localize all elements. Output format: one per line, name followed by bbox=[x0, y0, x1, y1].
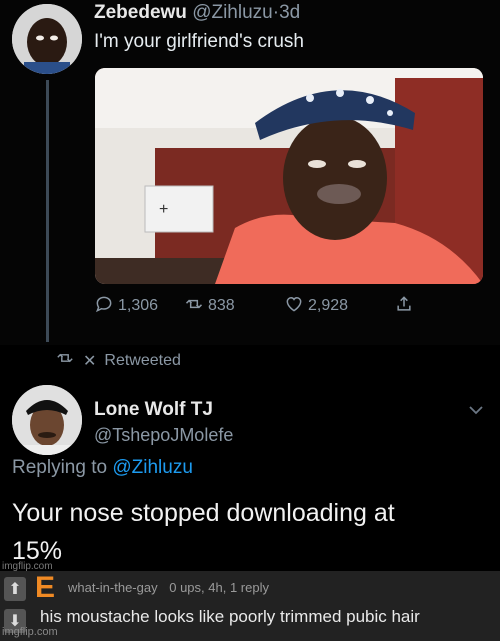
upvote-icon[interactable]: ⬆ bbox=[4, 577, 26, 601]
like-icon bbox=[284, 294, 304, 319]
reply-author-avatar[interactable] bbox=[12, 385, 82, 455]
retweet-count: 838 bbox=[208, 297, 235, 314]
author-handle[interactable]: @Zihluzu bbox=[192, 2, 273, 23]
like-button[interactable]: 2,928 bbox=[284, 294, 394, 319]
share-icon bbox=[394, 294, 414, 319]
retweeted-notice: ✕ Retweeted bbox=[55, 350, 181, 371]
comment: ⬆ ⬇ E what-in-the-gay 0 ups, 4h, 1 reply… bbox=[0, 571, 500, 641]
reply-count: 1,306 bbox=[118, 297, 159, 314]
thread-line bbox=[46, 80, 49, 342]
replying-to-line: Replying to @Zihluzu bbox=[12, 457, 193, 479]
reply-text-line-1: Your nose stopped downloading at bbox=[12, 499, 395, 527]
original-tweet: Zebedewu @Zihluzu·3d I'm your girlfriend… bbox=[0, 0, 500, 345]
tweet-text: I'm your girlfriend's crush bbox=[94, 31, 304, 52]
reply-icon bbox=[94, 294, 114, 319]
watermark: imgflip.com bbox=[2, 626, 58, 638]
reply-author-name[interactable]: Lone Wolf TJ bbox=[94, 399, 213, 421]
retweet-icon bbox=[184, 294, 204, 319]
retweet-button[interactable]: 838 bbox=[184, 294, 284, 319]
svg-text:+: + bbox=[159, 201, 168, 218]
reply-text-line-2: 15% bbox=[12, 537, 63, 565]
comment-stats: 0 ups, 4h, 1 reply bbox=[169, 580, 269, 595]
reply-button[interactable]: 1,306 bbox=[94, 294, 184, 319]
retweet-icon bbox=[55, 350, 75, 371]
retweeted-label: Retweeted bbox=[104, 351, 181, 369]
comment-meta: what-in-the-gay 0 ups, 4h, 1 reply bbox=[68, 580, 269, 595]
comment-text: his moustache looks like poorly trimmed … bbox=[40, 607, 420, 626]
like-count: 2,928 bbox=[308, 297, 349, 314]
reply-author-handle[interactable]: @TshepoJMolefe bbox=[94, 425, 233, 446]
tweet-actions: 1,306 838 2,928 bbox=[94, 294, 434, 319]
author-line: Zebedewu @Zihluzu·3d bbox=[94, 2, 300, 24]
replying-prefix: Replying to bbox=[12, 457, 108, 478]
tweet-photo[interactable]: + bbox=[95, 68, 483, 284]
author-avatar[interactable] bbox=[12, 4, 82, 74]
close-x-icon[interactable]: ✕ bbox=[83, 351, 96, 371]
author-name[interactable]: Zebedewu bbox=[94, 2, 187, 23]
comment-username[interactable]: what-in-the-gay bbox=[68, 580, 158, 595]
share-button[interactable] bbox=[394, 294, 414, 319]
user-badge: E bbox=[35, 571, 56, 604]
replying-to-handle[interactable]: @Zihluzu bbox=[112, 457, 193, 478]
chevron-down-icon[interactable] bbox=[468, 402, 484, 420]
reply-text: Your nose stopped downloading at 15% bbox=[12, 494, 482, 570]
tweet-age[interactable]: 3d bbox=[279, 2, 300, 23]
